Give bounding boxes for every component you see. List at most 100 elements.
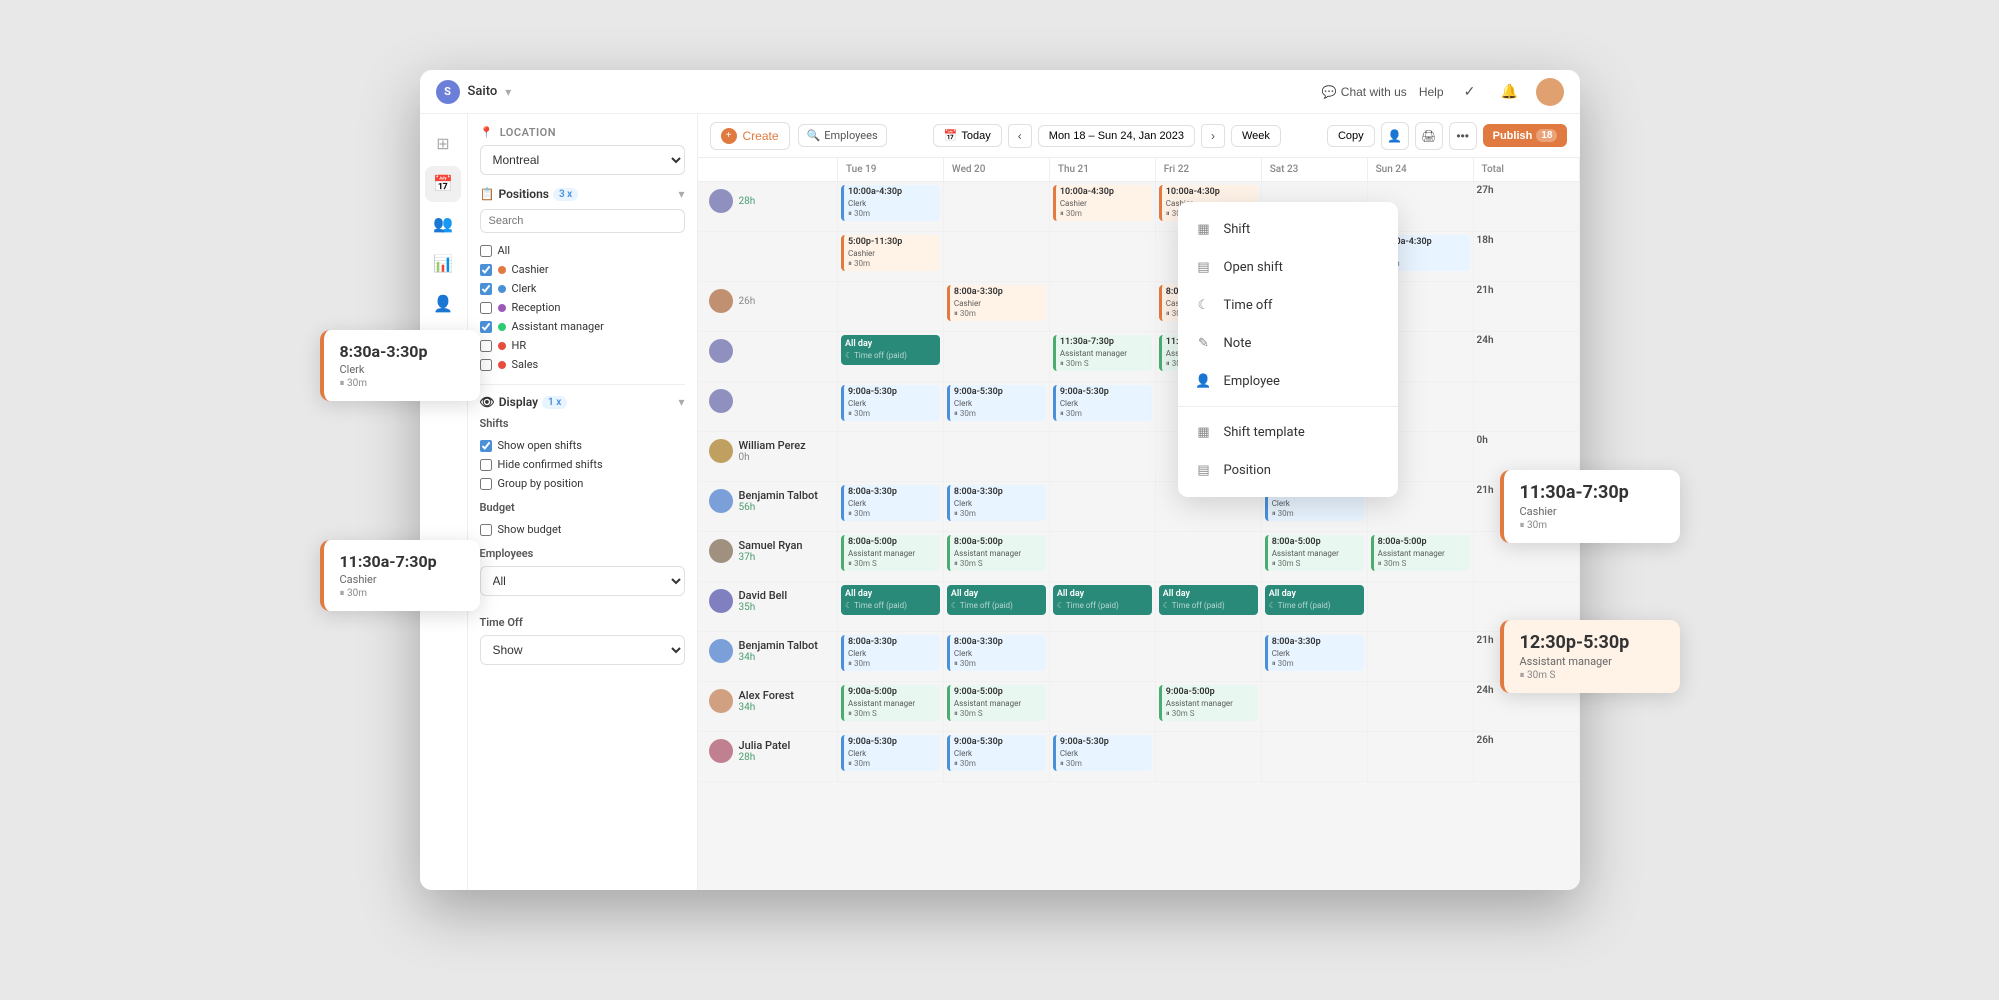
employees-filter-select[interactable]: All — [480, 566, 685, 596]
hide-confirmed-shifts-checkbox[interactable] — [480, 459, 492, 471]
shift-cell[interactable] — [1367, 582, 1473, 632]
shift-block[interactable]: 8:00a-3:30p Clerk ⏸ 30m — [947, 635, 1046, 671]
shift-cell[interactable] — [1367, 682, 1473, 732]
shift-cell[interactable]: 9:00a-5:00p Assistant manager ⏸ 30m S — [943, 682, 1049, 732]
shift-cell[interactable]: 10:00a-4:30p Clerk ⏸ 30m — [838, 182, 944, 232]
shift-cell[interactable] — [1155, 732, 1261, 782]
shift-cell[interactable]: 9:00a-5:30p Clerk ⏸ 30m — [1049, 732, 1155, 782]
shift-block[interactable]: 8:00a-3:30p Clerk ⏸ 30m — [1265, 635, 1364, 671]
dropdown-open-shift-item[interactable]: ▤ Open shift — [1178, 248, 1398, 286]
position-clerk-checkbox[interactable] — [480, 283, 492, 295]
shift-block[interactable]: All day ☾ Time off (paid) — [1159, 585, 1258, 615]
shift-block[interactable]: 5:00p-11:30p Cashier ⏸ 30m — [841, 235, 940, 271]
shift-block[interactable]: 11:30a-7:30p Assistant manager ⏸ 30m S — [1053, 335, 1152, 371]
shift-block[interactable]: 9:00a-5:00p Assistant manager ⏸ 30m S — [947, 685, 1046, 721]
shift-cell[interactable] — [1049, 282, 1155, 332]
shift-cell[interactable] — [1261, 682, 1367, 732]
position-all-checkbox[interactable] — [480, 245, 492, 257]
shift-cell[interactable] — [1367, 632, 1473, 682]
position-reception-checkbox[interactable] — [480, 302, 492, 314]
shift-cell[interactable]: All day ☾ Time off (paid) — [1049, 582, 1155, 632]
shift-cell[interactable]: 5:00p-11:30p Cashier ⏸ 30m — [838, 232, 944, 282]
shift-cell[interactable]: All day ☾ Time off (paid) — [838, 582, 944, 632]
prev-week-button[interactable]: ‹ — [1008, 124, 1032, 148]
shift-block[interactable]: All day ☾ Time off (paid) — [1265, 585, 1364, 615]
shift-cell[interactable]: 9:00a-5:00p Assistant manager ⏸ 30m S — [838, 682, 944, 732]
shift-block[interactable]: 10:00a-4:30p Cashier ⏸ 30m — [1053, 185, 1152, 221]
shift-cell[interactable] — [1049, 432, 1155, 482]
shift-cell[interactable] — [838, 432, 944, 482]
dropdown-position-item[interactable]: ▤ Position — [1178, 451, 1398, 489]
shift-block[interactable]: 8:00a-3:30p Cashier ⏸ 30m — [947, 285, 1046, 321]
positions-search[interactable] — [480, 209, 685, 233]
show-budget-checkbox[interactable] — [480, 524, 492, 536]
sidebar-schedule-icon[interactable]: 📅 — [425, 166, 461, 202]
shift-cell[interactable]: All day ☾ Time off (paid) — [1155, 582, 1261, 632]
shift-block[interactable]: All day ☾ Time off (paid) — [841, 585, 940, 615]
shift-cell[interactable]: 8:00a-3:30p Clerk ⏸ 30m — [1261, 632, 1367, 682]
shift-block[interactable]: 8:00a-3:30p Clerk ⏸ 30m — [841, 635, 940, 671]
shift-block[interactable]: 9:00a-5:30p Clerk ⏸ 30m — [1053, 385, 1152, 421]
shift-cell[interactable] — [1367, 732, 1473, 782]
shift-block[interactable]: 9:00a-5:30p Clerk ⏸ 30m — [1053, 735, 1152, 771]
shift-block[interactable]: 9:00a-5:00p Assistant manager ⏸ 30m S — [841, 685, 940, 721]
schedule-grid[interactable]: Tue 19 Wed 20 Thu 21 Fri 22 Sat 23 Sun 2… — [698, 158, 1580, 890]
dropdown-note-item[interactable]: ✎ Note — [1178, 324, 1398, 362]
shift-cell[interactable]: 8:00a-5:00p Assistant manager ⏸ 30m S — [1367, 532, 1473, 582]
employees-filter-button[interactable]: 🔍 Employees — [798, 124, 887, 147]
positions-collapse-icon[interactable]: ▾ — [678, 187, 684, 201]
shift-block[interactable]: 8:00a-5:00p Assistant manager ⏸ 30m S — [841, 535, 940, 571]
next-week-button[interactable]: › — [1201, 124, 1225, 148]
display-collapse-icon[interactable]: ▾ — [678, 395, 684, 409]
week-button[interactable]: Week — [1231, 125, 1281, 147]
shift-block[interactable]: 8:00a-5:00p Assistant manager ⏸ 30m S — [947, 535, 1046, 571]
notifications-button[interactable]: 🔔 — [1496, 78, 1524, 106]
shift-cell[interactable] — [1155, 532, 1261, 582]
today-button[interactable]: 📅 Today — [933, 124, 1002, 147]
shift-cell[interactable] — [1049, 232, 1155, 282]
more-options-button[interactable]: ••• — [1449, 122, 1477, 150]
shift-cell[interactable]: 10:00a-4:30p Cashier ⏸ 30m — [1049, 182, 1155, 232]
shift-cell[interactable]: 8:00a-3:30p Clerk ⏸ 30m — [838, 632, 944, 682]
shift-cell[interactable]: 8:00a-5:00p Assistant manager ⏸ 30m S — [943, 532, 1049, 582]
shift-block[interactable]: 8:00a-5:00p Assistant manager ⏸ 30m S — [1371, 535, 1470, 571]
create-button[interactable]: + Create — [710, 122, 790, 150]
user-avatar[interactable] — [1536, 78, 1564, 106]
shift-cell[interactable]: All day ☾ Time off (paid) — [943, 582, 1049, 632]
help-button[interactable]: Help — [1419, 85, 1444, 99]
sidebar-chart-icon[interactable]: 📊 — [425, 246, 461, 282]
sidebar-users-icon[interactable]: 👥 — [425, 206, 461, 242]
shift-cell[interactable] — [1049, 632, 1155, 682]
sidebar-people-icon[interactable]: 👤 — [425, 286, 461, 322]
copy-button[interactable]: Copy — [1327, 125, 1375, 147]
shift-cell[interactable]: 9:00a-5:30p Clerk ⏸ 30m — [943, 382, 1049, 432]
dropdown-employee-item[interactable]: 👤 Employee — [1178, 362, 1398, 400]
shift-block[interactable]: 9:00a-5:30p Clerk ⏸ 30m — [841, 385, 940, 421]
shift-block[interactable]: 10:00a-4:30p Clerk ⏸ 30m — [841, 185, 940, 221]
shift-cell[interactable]: 8:00a-3:30p Clerk ⏸ 30m — [943, 632, 1049, 682]
position-assistant-checkbox[interactable] — [480, 321, 492, 333]
shift-cell[interactable]: 9:00a-5:30p Clerk ⏸ 30m — [943, 732, 1049, 782]
shift-block[interactable]: 9:00a-5:00p Assistant manager ⏸ 30m S — [1159, 685, 1258, 721]
dropdown-timeoff-item[interactable]: ☾ Time off — [1178, 286, 1398, 324]
shift-cell[interactable] — [943, 332, 1049, 382]
shift-block[interactable]: 9:00a-5:30p Clerk ⏸ 30m — [841, 735, 940, 771]
position-cashier-checkbox[interactable] — [480, 264, 492, 276]
shift-block[interactable]: 9:00a-5:30p Clerk ⏸ 30m — [947, 735, 1046, 771]
dropdown-shift-template-item[interactable]: ▦ Shift template — [1178, 413, 1398, 451]
shift-cell[interactable]: 8:00a-3:30p Clerk ⏸ 30m — [838, 482, 944, 532]
shift-cell[interactable]: 9:00a-5:30p Clerk ⏸ 30m — [838, 382, 944, 432]
shift-cell[interactable]: 8:00a-3:30p Cashier ⏸ 30m — [943, 282, 1049, 332]
shift-cell[interactable] — [1049, 532, 1155, 582]
shift-cell[interactable]: 9:00a-5:30p Clerk ⏸ 30m — [838, 732, 944, 782]
shift-cell[interactable]: All day ☾ Time off (paid) — [1261, 582, 1367, 632]
shift-cell[interactable]: 11:30a-7:30p Assistant manager ⏸ 30m S — [1049, 332, 1155, 382]
shift-cell[interactable]: 9:00a-5:30p Clerk ⏸ 30m — [1049, 382, 1155, 432]
shift-cell[interactable] — [1049, 682, 1155, 732]
shift-cell[interactable]: 8:00a-3:30p Clerk ⏸ 30m — [943, 482, 1049, 532]
checkmark-button[interactable]: ✓ — [1456, 78, 1484, 106]
shift-cell[interactable]: All day ☾ Time off (paid) — [838, 332, 944, 382]
position-sales-checkbox[interactable] — [480, 359, 492, 371]
shift-cell[interactable]: 9:00a-5:00p Assistant manager ⏸ 30m S — [1155, 682, 1261, 732]
shift-cell[interactable] — [1155, 632, 1261, 682]
